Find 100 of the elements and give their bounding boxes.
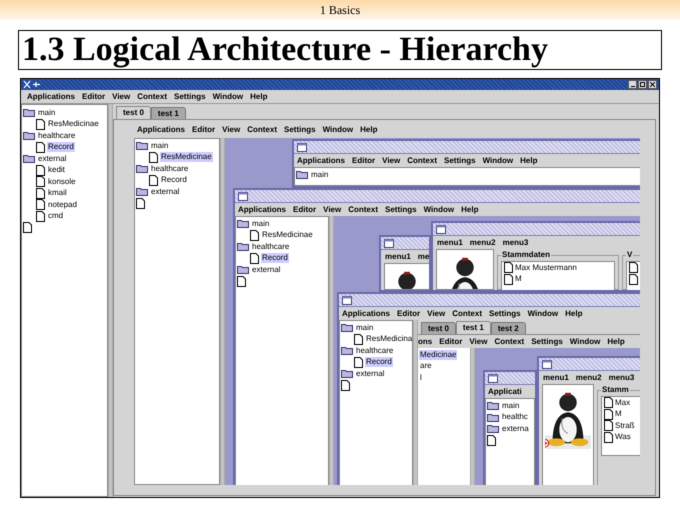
splitter-handle[interactable] [413,320,418,485]
tab[interactable]: test 2 [490,322,526,334]
menu-item[interactable]: Window [528,308,558,320]
tree-item[interactable]: Record [47,142,75,152]
menu-item[interactable]: View [222,124,240,136]
menu-item[interactable]: Applications [342,308,390,320]
menu-item[interactable]: Settings [489,308,521,320]
tree-item[interactable]: Record [365,357,393,368]
menu-item[interactable]: Context [494,336,524,348]
tree-item[interactable]: external [150,186,180,197]
menu-item[interactable]: View [469,336,488,348]
close-button[interactable] [648,80,657,89]
tree-item[interactable]: ResMedicinae [261,230,314,240]
menu-item[interactable]: View [427,308,446,320]
menu-item[interactable]: Editor [397,308,420,320]
splitter-handle[interactable] [470,348,475,485]
tree-item[interactable]: main [501,400,520,411]
tree-item[interactable]: healthcare [150,164,190,174]
tab[interactable]: test 0 [421,322,456,334]
menu-item[interactable]: Help [565,308,582,320]
menu-item[interactable]: Help [607,336,625,348]
tree-item[interactable]: main [310,170,330,180]
menu-item[interactable]: Applicati [488,386,522,398]
tree-item[interactable]: kedit [47,165,66,176]
menu-item[interactable]: menu2 [576,372,602,384]
tree-item[interactable]: l [419,372,423,383]
minimize-button[interactable] [628,80,637,89]
splitter-handle[interactable] [108,104,113,497]
menu-item[interactable]: Applications [297,154,346,166]
list-item[interactable]: Straß [615,420,635,432]
tab[interactable]: test 0 [116,106,151,119]
list-item[interactable]: Max [615,397,630,409]
menu-item[interactable]: Window [482,154,514,166]
menu-item[interactable]: Context [137,90,167,102]
list-item[interactable]: Was [615,431,631,444]
tree-item[interactable]: main [37,108,56,118]
tree-item[interactable]: Record [261,253,289,264]
menu-item[interactable]: Editor [293,204,316,216]
menu-item[interactable]: Context [247,124,277,136]
menu-item[interactable]: View [382,154,400,166]
menu-item[interactable]: Context [348,204,378,216]
tree-item[interactable]: cmd [47,211,64,222]
menu-item[interactable]: View [323,204,342,216]
menu-item[interactable]: Settings [531,336,563,348]
menu-item[interactable]: me [418,250,429,262]
window-title-bar[interactable] [21,79,659,90]
menu-item[interactable]: Editor [439,336,462,348]
menu-item[interactable]: Applications [137,124,186,136]
menu-item[interactable]: Editor [352,154,376,166]
tree-item[interactable]: externa [501,424,530,434]
tree-item[interactable]: ResMedicinae [47,119,100,130]
tree-item[interactable]: main [355,322,374,333]
tree-item[interactable]: healthcare [355,346,394,356]
menu-item[interactable]: menu1 [543,372,569,384]
tree-item[interactable]: kmail [47,188,68,198]
tree-item[interactable]: Medicinae [419,350,458,360]
tree-item[interactable]: Record [160,175,188,186]
tree-item[interactable]: konsole [47,176,77,187]
menu-item[interactable]: Editor [82,90,106,102]
menu-item[interactable]: Settings [444,154,476,166]
menu-item[interactable]: Window [212,90,244,102]
tree-item[interactable]: main [251,218,270,229]
menu-item[interactable]: menu1 [437,236,463,248]
menu-item[interactable]: ons [418,336,432,348]
menu-item[interactable]: Window [424,204,454,216]
tree-item[interactable]: notepad [47,200,78,210]
tree-item[interactable]: healthc [501,412,529,422]
menu-item[interactable]: Context [452,308,482,320]
splitter-handle[interactable] [220,138,225,485]
menu-item[interactable]: Settings [174,90,206,102]
menu-item[interactable]: Help [520,154,538,166]
list-item[interactable]: Max Mustermann [515,262,577,274]
window-menu-icon[interactable] [23,80,41,89]
menu-item[interactable]: Help [461,204,478,216]
menu-item[interactable]: Settings [284,124,316,136]
tree-item[interactable]: healthcare [251,242,290,252]
list-item[interactable]: M [615,408,622,420]
menu-item[interactable]: Applications [27,90,76,102]
menu-item[interactable]: menu1 [385,250,411,262]
tree-item[interactable]: external [251,264,282,275]
tab[interactable]: test 1 [150,107,186,119]
tab[interactable]: test 1 [456,321,491,334]
menu-item[interactable]: Context [407,154,437,166]
tree-item[interactable]: main [150,140,170,151]
menu-item[interactable]: View [112,90,130,102]
menu-item[interactable]: Window [570,336,600,348]
menu-item[interactable]: Window [322,124,354,136]
tree-item[interactable]: external [37,154,68,164]
maximize-button[interactable] [638,80,647,89]
splitter-handle[interactable] [329,216,334,485]
menu-item[interactable]: Editor [192,124,216,136]
list-item[interactable]: M [515,273,522,286]
tree-item[interactable]: healthcare [37,130,76,141]
menu-item[interactable]: menu3 [502,236,528,248]
tree-item[interactable]: external [355,368,386,379]
menu-item[interactable]: Help [250,90,268,102]
menu-item[interactable]: Applications [238,204,286,216]
menu-item[interactable]: menu3 [608,372,634,384]
tree-item[interactable]: are [419,361,433,372]
menu-item[interactable]: menu2 [470,236,496,248]
